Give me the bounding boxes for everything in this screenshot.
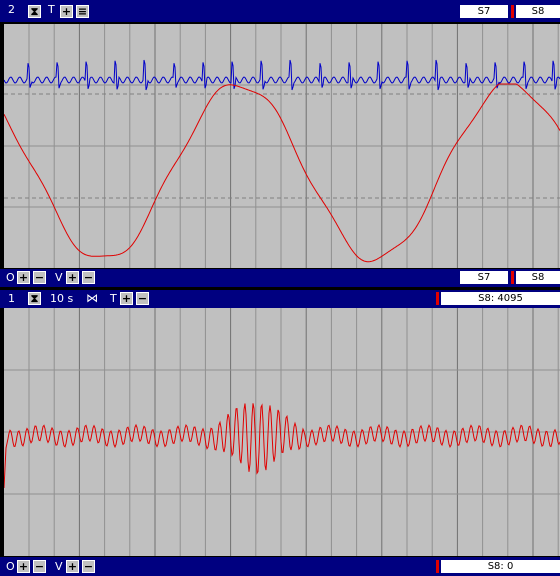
top-zoom-in-button[interactable]: +	[60, 5, 73, 18]
top-grid	[4, 24, 560, 268]
top-plot-area[interactable]	[4, 24, 560, 268]
expand-icon[interactable]: ⋈	[86, 291, 98, 305]
top-marker[interactable]	[511, 5, 514, 18]
bottom-panel-footer: O + − V + − S8: 0	[0, 557, 560, 576]
top-plot-svg	[4, 24, 560, 268]
top-list-icon[interactable]: ≡	[76, 5, 89, 18]
top-footer-marker[interactable]	[511, 271, 514, 284]
bottom-offset-plus-button[interactable]: +	[17, 560, 30, 573]
bottom-readout-top[interactable]: S8: 4095	[441, 292, 560, 305]
bottom-panel-index: 1	[8, 292, 15, 305]
top-volt-plus-button[interactable]: +	[66, 271, 79, 284]
bottom-volt-plus-button[interactable]: +	[66, 560, 79, 573]
bottom-zoom-in-button[interactable]: +	[120, 292, 133, 305]
bottom-offset-minus-button[interactable]: −	[33, 560, 46, 573]
bottom-readout[interactable]: S8: 0	[441, 560, 560, 573]
top-volt-minus-button[interactable]: −	[82, 271, 95, 284]
top-o-label: O	[6, 271, 15, 284]
top-panel-index: 2	[8, 3, 15, 16]
top-footer-field-s7[interactable]: S7	[460, 271, 508, 284]
respiration-trace	[4, 83, 560, 263]
top-offset-plus-button[interactable]: +	[17, 271, 30, 284]
top-offset-minus-button[interactable]: −	[33, 271, 46, 284]
top-field-s8[interactable]: S8	[516, 5, 560, 18]
bottom-plot-svg	[4, 308, 560, 556]
top-footer-field-s8[interactable]: S8	[516, 271, 560, 284]
bottom-t-label: T	[110, 292, 117, 305]
bottom-o-label: O	[6, 560, 15, 573]
bottom-volt-minus-button[interactable]: −	[82, 560, 95, 573]
hourglass-icon[interactable]: ⧗	[28, 5, 41, 18]
top-panel-toolbar: 2 ⧗ T + ≡ S7 S8	[0, 0, 560, 22]
bottom-footer-marker[interactable]	[436, 560, 439, 573]
bottom-panel-toolbar: 1 ⧗ 10 s ⋈ T + − S8: 4095	[0, 290, 560, 308]
top-t-label: T	[48, 3, 55, 16]
bottom-v-label: V	[55, 560, 63, 573]
top-field-s7[interactable]: S7	[460, 5, 508, 18]
bottom-plot-area[interactable]	[4, 308, 560, 556]
time-scale-label: 10 s	[50, 292, 74, 305]
bottom-marker[interactable]	[436, 292, 439, 305]
oscillation-trace	[4, 403, 560, 489]
bottom-hourglass-icon[interactable]: ⧗	[28, 292, 41, 305]
top-panel-footer: O + − V + − S7 S8	[0, 269, 560, 287]
top-v-label: V	[55, 271, 63, 284]
bottom-zoom-out-button[interactable]: −	[136, 292, 149, 305]
